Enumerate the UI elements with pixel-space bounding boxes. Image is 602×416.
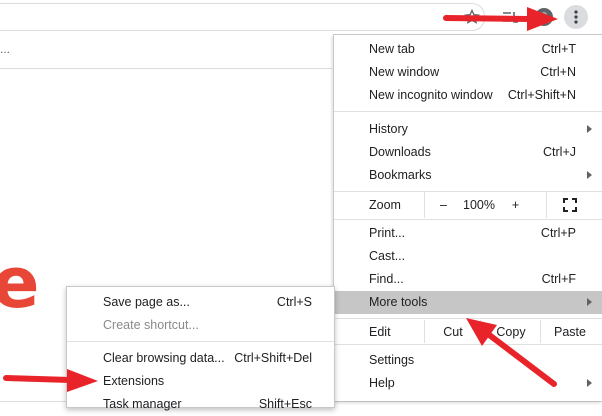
- arrow-to-more-tools: [466, 318, 557, 387]
- annotation-arrows: [3, 7, 558, 392]
- arrow-to-extensions: [3, 369, 98, 392]
- arrow-to-menu-button: [443, 7, 558, 31]
